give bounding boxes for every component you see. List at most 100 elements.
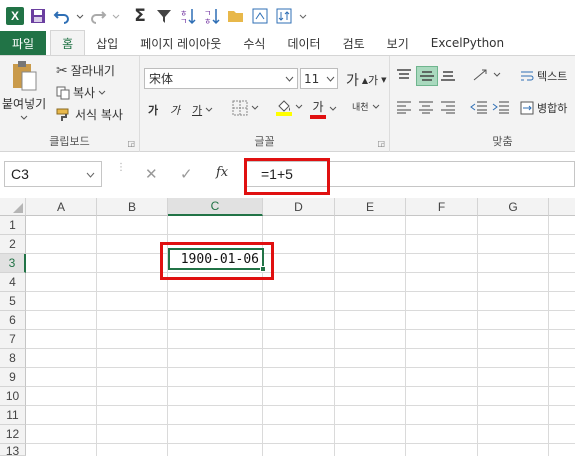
align-right-button[interactable] [440,100,456,114]
row-header-3[interactable]: 3 [0,254,26,273]
italic-button[interactable]: 가 [170,102,180,118]
wrap-text-button[interactable]: 텍스트 [520,68,567,84]
underline-button[interactable]: 가 [192,102,213,118]
font-name-select[interactable]: 宋体 [144,68,298,89]
gridline [26,424,575,425]
enter-icon[interactable]: ✓ [180,165,193,183]
cut-button[interactable]: ✂ 잘라내기 [56,62,115,79]
tab-home[interactable]: 홈 [50,30,86,55]
column-header-g[interactable]: G [478,198,549,216]
row-header-11[interactable]: 11 [0,406,26,425]
undo-dropdown-icon[interactable] [76,6,84,26]
tab-page-layout[interactable]: 페이지 레이아웃 [129,31,232,55]
customize-icon[interactable] [298,6,308,26]
redo-dropdown-icon[interactable] [112,6,120,26]
cancel-icon[interactable]: ✕ [145,165,158,183]
clipboard-group-label: 클립보드 [49,135,90,148]
merge-label: 병합하 [537,102,568,115]
tab-file[interactable]: 파일 [0,31,47,55]
align-bottom-button[interactable] [440,68,456,82]
align-top-button[interactable] [396,68,412,82]
merge-center-button[interactable]: 병합하 [520,100,567,116]
tab-insert[interactable]: 삽입 [85,31,129,55]
align-center-button[interactable] [418,100,434,114]
tab-review[interactable]: 검토 [332,31,376,55]
row-header-12[interactable]: 12 [0,425,26,444]
decrease-indent-button[interactable] [470,100,488,114]
phonetic-dropdown-icon [372,104,379,109]
tab-excelpython[interactable]: ExcelPython [420,31,515,55]
copy-dropdown-icon [98,90,106,95]
autosum-icon[interactable]: Σ [130,6,150,26]
chevron-down-icon [326,76,335,82]
font-size-select[interactable]: 11 [300,68,338,89]
font-group-label: 글꼴 [254,135,275,148]
column-header-f[interactable]: F [406,198,478,216]
excel-app-icon: X [6,7,24,25]
align-middle-button[interactable] [416,66,438,86]
save-icon[interactable] [28,6,48,26]
row-header-10[interactable]: 10 [0,387,26,406]
row-header-4[interactable]: 4 [0,273,26,292]
sort-desc-icon[interactable]: ㄱㅎ [202,6,222,26]
phonetic-button[interactable]: 내천 [352,100,380,113]
open-folder-icon[interactable] [226,6,246,26]
paste-dropdown-icon [20,115,28,120]
filter-icon[interactable] [154,6,174,26]
borders-button[interactable] [232,100,259,116]
orientation-button[interactable] [472,68,501,82]
tab-view[interactable]: 보기 [376,31,420,55]
fill-color-button[interactable] [276,98,303,116]
increase-indent-button[interactable] [492,100,510,114]
clipboard-launcher-icon[interactable]: ◲ [127,139,135,148]
font-color-button[interactable]: 가 [310,98,337,119]
gridline [26,272,575,273]
format-painter-button[interactable]: 서식 복사 [56,106,123,123]
alignment-group-label: 맞춤 [492,135,513,148]
row-header-1[interactable]: 1 [0,216,26,235]
column-header-c[interactable]: C [168,198,263,216]
row-header-7[interactable]: 7 [0,330,26,349]
worksheet-grid[interactable]: A B C D E F G 1 2 3 4 5 6 7 8 9 10 11 12… [0,198,575,458]
fill-color-icon [276,98,292,116]
cut-label: 잘라내기 [70,64,115,78]
ribbon-tabs: 파일 홈 삽입 페이지 레이아웃 수식 데이터 검토 보기 ExcelPytho… [0,30,575,56]
row-header-13[interactable]: 13 [0,444,26,458]
align-left-button[interactable] [396,100,412,114]
sort-asc-icon[interactable]: ㅎㄱ [178,6,198,26]
name-box[interactable]: C3 [4,161,102,187]
column-header-d[interactable]: D [263,198,335,216]
paste-button[interactable]: 붙여넣기 [2,60,46,121]
gridline [26,386,575,387]
shrink-font-label: 가 [368,74,379,87]
underline-dropdown-icon [205,107,213,112]
bold-button[interactable]: 가 [148,102,158,118]
shrink-font-button[interactable]: 가 ▼ [368,72,387,88]
insert-function-icon[interactable]: fx [216,165,228,180]
row-header-9[interactable]: 9 [0,368,26,387]
column-header-e[interactable]: E [335,198,406,216]
align-top-icon [397,69,411,79]
redo-icon[interactable] [88,6,108,26]
clipboard-group: 붙여넣기 ✂ 잘라내기 복사 서식 복사 클립보드 ◲ [0,56,140,152]
select-all-icon [13,203,23,213]
grow-font-button[interactable]: 가 ▲ [346,70,368,90]
copy-button[interactable]: 복사 [56,84,106,101]
tab-formulas[interactable]: 수식 [232,31,276,55]
formula-bar-grip-icon[interactable]: ⋮ [116,163,126,173]
row-header-5[interactable]: 5 [0,292,26,311]
row-header-2[interactable]: 2 [0,235,26,254]
column-header-a[interactable]: A [26,198,97,216]
data-icon[interactable] [274,6,294,26]
select-all-corner[interactable] [0,198,26,216]
column-header-h[interactable] [549,198,575,216]
orientation-icon [473,69,487,81]
row-header-6[interactable]: 6 [0,311,26,330]
column-header-b[interactable]: B [97,198,168,216]
gridline [96,216,97,456]
font-launcher-icon[interactable]: ◲ [377,139,385,148]
undo-icon[interactable] [52,6,72,26]
tab-data[interactable]: 데이터 [276,31,331,55]
row-header-8[interactable]: 8 [0,349,26,368]
screenshot-icon[interactable] [250,6,270,26]
